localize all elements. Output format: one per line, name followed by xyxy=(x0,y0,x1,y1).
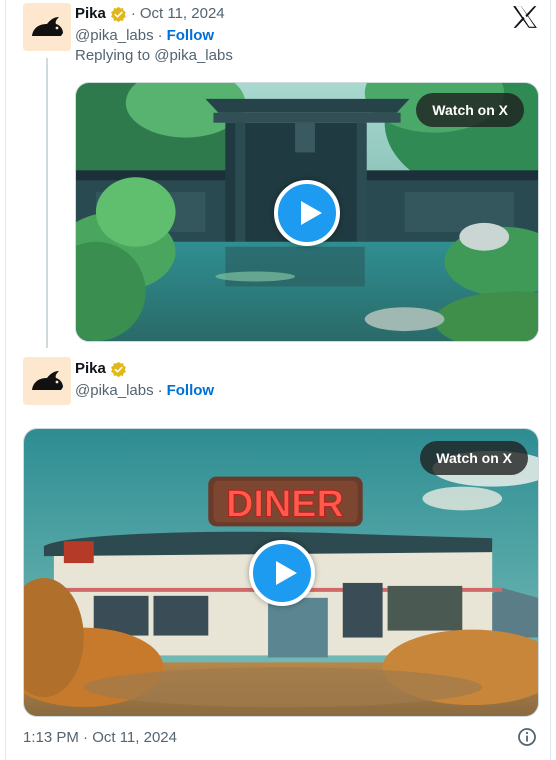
author-handle[interactable]: @pika_labs xyxy=(75,26,154,46)
separator: · xyxy=(157,382,163,399)
play-icon xyxy=(276,561,297,585)
tweet1-author-row: Pika · Oct 11, 2024 xyxy=(75,4,225,24)
author-avatar[interactable] xyxy=(23,357,71,405)
watch-on-x-button[interactable]: Watch on X xyxy=(420,441,528,475)
verified-badge-icon xyxy=(110,6,127,23)
info-icon[interactable] xyxy=(517,727,537,747)
verified-badge-icon xyxy=(110,361,127,378)
author-avatar[interactable] xyxy=(23,3,71,51)
follow-button[interactable]: Follow xyxy=(167,381,215,401)
tweet-date[interactable]: Oct 11, 2024 xyxy=(140,4,225,24)
reply-thread-line xyxy=(46,58,48,348)
tweet2-author-row: Pika xyxy=(75,359,127,379)
pika-logo-icon xyxy=(23,3,71,51)
play-icon xyxy=(301,201,322,225)
tweet2-handle-row: @pika_labs · Follow xyxy=(75,381,214,401)
follow-button[interactable]: Follow xyxy=(167,26,215,46)
x-logo-icon[interactable] xyxy=(512,5,538,29)
tweet-timestamp[interactable]: 1:13 PM · Oct 11, 2024 xyxy=(23,728,177,748)
play-button[interactable] xyxy=(274,180,340,246)
video-thumbnail-temple[interactable]: Watch on X xyxy=(75,82,539,342)
play-button[interactable] xyxy=(249,540,315,606)
tweet1-handle-row: @pika_labs · Follow xyxy=(75,26,214,46)
replying-to-text: Replying to @pika_labs xyxy=(75,47,233,64)
pika-logo-icon xyxy=(23,357,71,405)
author-handle[interactable]: @pika_labs xyxy=(75,381,154,401)
diner-sign-text: DINER xyxy=(226,483,344,525)
author-name[interactable]: Pika xyxy=(75,4,106,24)
video-thumbnail-diner[interactable]: DINER Watch on X xyxy=(23,428,539,717)
author-name[interactable]: Pika xyxy=(75,359,106,379)
separator: · xyxy=(130,5,136,22)
separator: · xyxy=(157,27,163,44)
watch-on-x-button[interactable]: Watch on X xyxy=(416,93,524,127)
